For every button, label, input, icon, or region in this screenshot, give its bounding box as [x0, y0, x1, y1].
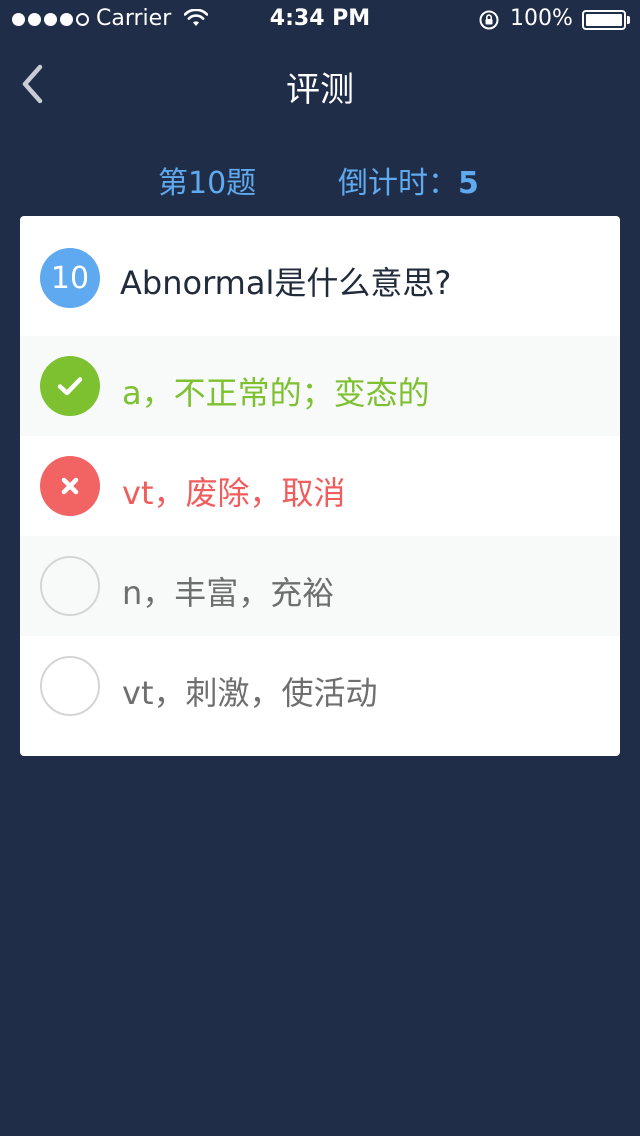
nav-bar: 评测 [0, 40, 640, 128]
close-icon [40, 456, 100, 516]
question-header: 10 Abnormal是什么意思? [20, 216, 620, 336]
option-label: vt，刺激，使活动 [122, 674, 378, 712]
empty-circle-icon [40, 556, 100, 616]
option-c[interactable]: n，丰富，充裕 [20, 536, 620, 636]
question-number-badge: 10 [40, 248, 100, 308]
battery-icon [582, 10, 626, 30]
option-label: vt，废除，取消 [122, 474, 346, 512]
page-title: 评测 [286, 70, 354, 110]
empty-circle-icon [40, 656, 100, 716]
battery-tip [627, 16, 630, 24]
countdown-value: 5 [458, 166, 479, 201]
option-b[interactable]: vt，废除，取消 [20, 436, 620, 536]
option-d[interactable]: vt，刺激，使活动 [20, 636, 620, 736]
rotation-lock-icon [478, 9, 500, 37]
countdown-label: 倒计时： [338, 166, 458, 201]
countdown-timer: 倒计时：5 [338, 158, 479, 202]
check-icon [40, 356, 100, 416]
option-label: a，不正常的；变态的 [122, 374, 430, 412]
option-label: n，丰富，充裕 [122, 574, 335, 612]
question-text: Abnormal是什么意思? [120, 264, 452, 302]
option-a[interactable]: a，不正常的；变态的 [20, 336, 620, 436]
status-bar: Carrier 4:34 PM 100% [0, 0, 640, 40]
quiz-info: 第10题 倒计时：5 [0, 156, 640, 202]
question-number-label: 第10题 [158, 166, 257, 201]
question-card: 10 Abnormal是什么意思? a，不正常的；变态的 vt，废除，取消 n，… [20, 216, 620, 756]
battery-percent: 100% [510, 6, 573, 31]
